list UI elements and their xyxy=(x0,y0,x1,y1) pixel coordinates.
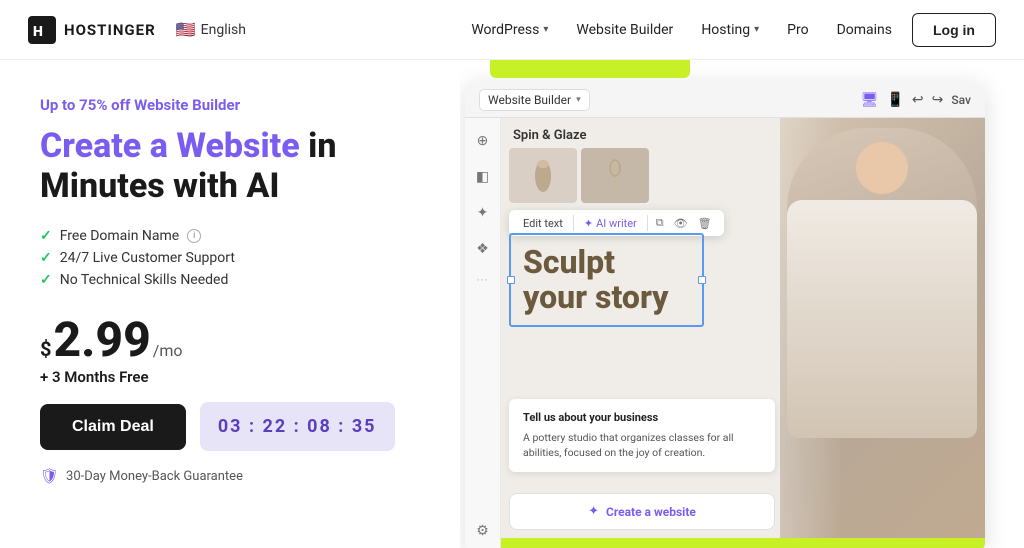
badge-suffix: off Website Builder xyxy=(107,96,240,114)
hero-right: Website Builder ▾ 🖥 📱 ↩ ↪ Sav ⊕ ◧ xyxy=(460,60,1024,548)
guarantee-row: 🛡 30-Day Money-Back Guarantee xyxy=(40,467,420,485)
sculpt-text-box[interactable]: Sculpt your story xyxy=(509,233,704,327)
language-selector[interactable]: 🇺🇸 English xyxy=(176,20,246,39)
nav-website-builder[interactable]: Website Builder xyxy=(576,22,673,38)
hero-badge: Up to 75% off Website Builder xyxy=(40,96,420,114)
feature-domain: ✓ Free Domain Name i xyxy=(40,228,420,244)
person-body xyxy=(787,200,977,438)
price-bonus: + 3 Months Free xyxy=(40,368,420,386)
builder-toolbar: ⊕ ◧ ✦ ❖ ··· ⚙ xyxy=(465,118,501,548)
svg-text:H: H xyxy=(33,24,43,40)
settings-bottom-icon[interactable]: ⚙ xyxy=(472,520,494,542)
cta-row: Claim Deal 03 : 22 : 08 : 35 xyxy=(40,402,420,451)
navbar: H HOSTINGER 🇺🇸 English WordPress ▾ Websi… xyxy=(0,0,1024,60)
builder-tab[interactable]: Website Builder ▾ xyxy=(479,89,590,111)
language-label: English xyxy=(201,22,246,38)
green-accent-bar xyxy=(490,60,690,78)
features-list: ✓ Free Domain Name i ✓ 24/7 Live Custome… xyxy=(40,228,420,294)
mobile-icon[interactable]: 📱 xyxy=(886,92,903,108)
sculpt-headline: Sculpt your story xyxy=(523,245,690,315)
canvas-inner: Spin & Glaze xyxy=(501,118,985,548)
bottom-green-bar xyxy=(501,538,985,548)
nav-hosting[interactable]: Hosting ▾ xyxy=(701,22,759,38)
logo[interactable]: H HOSTINGER xyxy=(28,16,156,44)
feature-support: ✓ 24/7 Live Customer Support xyxy=(40,250,420,266)
chevron-down-icon: ▾ xyxy=(754,24,759,35)
business-card: Tell us about your business A pottery st… xyxy=(509,399,775,472)
nav-domains[interactable]: Domains xyxy=(837,22,892,38)
hero-left: Up to 75% off Website Builder Create a W… xyxy=(0,60,460,548)
price-section: $ 2.99 /mo + 3 Months Free xyxy=(40,316,420,386)
chevron-down-icon: ▾ xyxy=(543,24,548,35)
countdown-timer: 03 : 22 : 08 : 35 xyxy=(200,402,395,451)
redo-icon[interactable]: ↪ xyxy=(932,92,944,108)
site-name: Spin & Glaze xyxy=(513,128,586,143)
copy-icon[interactable]: ⧉ xyxy=(652,214,668,232)
price-display: $ 2.99 /mo xyxy=(40,316,420,364)
builder-tab-label: Website Builder xyxy=(488,93,571,107)
delete-icon[interactable]: 🗑 xyxy=(694,215,716,232)
builder-topbar: Website Builder ▾ 🖥 📱 ↩ ↪ Sav xyxy=(465,82,985,118)
check-icon: ✓ xyxy=(40,228,52,244)
builder-panel: Website Builder ▾ 🖥 📱 ↩ ↪ Sav ⊕ ◧ xyxy=(465,82,985,548)
nav-wordpress[interactable]: WordPress ▾ xyxy=(471,22,548,38)
elements-icon[interactable]: ❖ xyxy=(472,238,494,260)
edit-text-button[interactable]: Edit text xyxy=(517,215,569,232)
save-label[interactable]: Sav xyxy=(951,93,971,107)
separator xyxy=(647,215,648,231)
create-website-button[interactable]: ✦ Create a website xyxy=(509,493,775,530)
check-icon: ✓ xyxy=(40,272,52,288)
ai-star-icon: ✦ xyxy=(584,217,593,230)
nav-links: WordPress ▾ Website Builder Hosting ▾ Pr… xyxy=(471,22,892,38)
price-period: /mo xyxy=(153,341,183,360)
nav-pro[interactable]: Pro xyxy=(787,22,808,38)
add-icon[interactable]: ⊕ xyxy=(472,130,494,152)
shield-icon: 🛡 xyxy=(40,467,59,485)
person-head xyxy=(856,142,908,194)
flag-icon: 🇺🇸 xyxy=(176,20,196,39)
resize-handle-right[interactable] xyxy=(698,276,706,284)
business-description: A pottery studio that organizes classes … xyxy=(523,430,761,460)
separator xyxy=(573,215,574,231)
builder-body: ⊕ ◧ ✦ ❖ ··· ⚙ Spin & Glaze xyxy=(465,118,985,548)
title-purple: Create a Website xyxy=(40,126,300,166)
layers-icon[interactable]: ◧ xyxy=(472,166,494,188)
ai-sparkle-icon: ✦ xyxy=(588,504,599,519)
canvas-image-2 xyxy=(581,148,649,203)
canvas-photo xyxy=(780,118,985,548)
canvas-image-1 xyxy=(509,148,577,203)
info-icon[interactable]: i xyxy=(187,229,201,243)
feature-no-skills: ✓ No Technical Skills Needed xyxy=(40,272,420,288)
builder-canvas: Spin & Glaze xyxy=(501,118,985,548)
business-title: Tell us about your business xyxy=(523,411,761,424)
undo-icon[interactable]: ↩ xyxy=(912,92,924,108)
badge-prefix: Up to xyxy=(40,96,79,114)
check-icon: ✓ xyxy=(40,250,52,266)
eye-icon[interactable]: 👁 xyxy=(670,215,692,232)
hero-title: Create a Website in Minutes with AI xyxy=(40,126,420,206)
login-button[interactable]: Log in xyxy=(912,13,996,47)
person-figure xyxy=(787,128,977,438)
claim-deal-button[interactable]: Claim Deal xyxy=(40,404,186,450)
canvas-image-row xyxy=(509,148,649,203)
chevron-down-icon: ▾ xyxy=(576,95,581,105)
main-content: Up to 75% off Website Builder Create a W… xyxy=(0,60,1024,548)
desktop-icon[interactable]: 🖥 xyxy=(861,92,879,108)
logo-text: HOSTINGER xyxy=(64,21,156,39)
ai-tool-icon[interactable]: ✦ xyxy=(472,202,494,224)
price-dollar: $ xyxy=(40,339,51,359)
guarantee-text: 30-Day Money-Back Guarantee xyxy=(66,469,243,484)
resize-handle-left[interactable] xyxy=(507,276,515,284)
more-icon[interactable]: ··· xyxy=(477,274,489,287)
create-website-label: Create a website xyxy=(606,505,696,519)
builder-icons: 🖥 📱 ↩ ↪ Sav xyxy=(861,92,971,108)
price-number: 2.99 xyxy=(53,316,150,364)
ai-writer-button[interactable]: ✦ AI writer xyxy=(578,215,643,232)
badge-discount: 75% xyxy=(79,96,107,114)
